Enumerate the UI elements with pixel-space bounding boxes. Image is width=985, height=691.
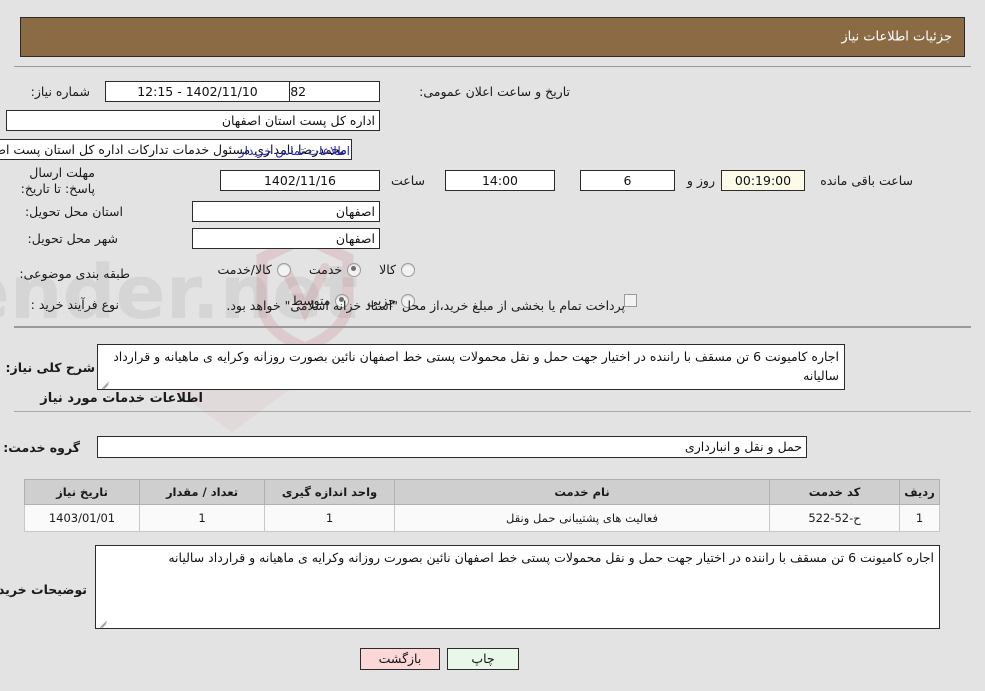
divider-services (14, 411, 971, 412)
window-titlebar: جزئیات اطلاعات نیاز (20, 17, 965, 57)
resize-grip-icon-2[interactable] (98, 617, 108, 627)
table-header-row: ردیف کد خدمت نام خدمت واحد اندازه گیری تعداد… (24, 479, 940, 505)
table-cell-date: 1403/01/01 (24, 504, 140, 532)
deadline-label: مهلت ارسال پاسخ: تا تاریخ: (20, 165, 95, 196)
page-title: جزئیات اطلاعات نیاز (841, 29, 952, 45)
days-label: روز و (686, 173, 715, 188)
buyer-notes-text: اجاره کامیونت 6 تن مسقف با راننده در اخت… (168, 550, 934, 565)
category-option-label-0: کالا (379, 262, 396, 277)
category-radio-icon-1[interactable] (347, 262, 362, 277)
buyer-notes-label: توضیحات خریدار: (0, 582, 87, 597)
remaining-time-label: ساعت باقی مانده (820, 173, 913, 188)
province-value: اصفهان (192, 201, 380, 222)
province-label: استان محل تحویل: (24, 204, 123, 219)
service-group-label: گروه خدمت: (3, 440, 80, 455)
category-radio-icon-0[interactable] (401, 262, 415, 277)
category-radio-group[interactable]: کالا خدمت کالا/خدمت (199, 262, 415, 277)
remaining-days-value: 6 (580, 170, 675, 191)
services-section-heading: اطلاعات خدمات مورد نیاز (40, 391, 203, 406)
print-button[interactable]: چاپ (447, 648, 519, 670)
need-info-panel (14, 66, 971, 328)
public-announce-value: 1402/11/10 - 12:15 (105, 81, 290, 102)
table-cell-qty: 1 (139, 504, 265, 532)
table-col-header-4: تعداد / مقدار (139, 479, 265, 505)
category-option-label-2: کالا/خدمت (217, 262, 272, 277)
service-group-value: حمل و نقل و انبارداری (97, 436, 807, 458)
treasury-checkbox[interactable] (624, 294, 637, 307)
table-col-header-0: ردیف (899, 479, 940, 505)
table-col-header-5: تاریخ نیاز (24, 479, 140, 505)
services-table: ردیف کد خدمت نام خدمت واحد اندازه گیری تعداد… (24, 479, 940, 532)
deadline-date-value: 1402/11/16 (220, 170, 380, 191)
summary-text: اجاره کامیونت 6 تن مسقف با راننده در اخت… (113, 349, 839, 383)
table-cell-name: فعالیت های پشتیبانی حمل ونقل (394, 504, 770, 532)
public-announce-label: تاریخ و ساعت اعلان عمومی: (419, 84, 570, 99)
table-col-header-1: کد خدمت (769, 479, 900, 505)
category-option-0[interactable]: کالا (361, 262, 415, 277)
page-root: AriaTender.net جزئیات اطلاعات نیاز شماره… (0, 0, 985, 691)
resize-grip-icon[interactable] (100, 378, 110, 388)
remaining-time-value: 00:19:00 (721, 170, 805, 191)
category-label: طبقه بندی موضوعی: (19, 266, 130, 281)
buyer-org-value: اداره کل پست استان اصفهان (6, 110, 380, 131)
hour-label: ساعت (390, 173, 425, 188)
table-row[interactable]: 1 ح-52-522 فعالیت های پشتیبانی حمل ونقل 1 1 1… (24, 504, 940, 532)
table-col-header-2: نام خدمت (394, 479, 770, 505)
city-label: شهر محل تحویل: (27, 231, 118, 246)
city-value: اصفهان (192, 228, 380, 249)
summary-label: شرح کلی نیاز: (5, 360, 95, 375)
buyer-contact-link[interactable]: اطلاعات تماس خریدار (239, 144, 350, 158)
need-number-label: شماره نیاز: (30, 84, 90, 99)
summary-textarea[interactable]: اجاره کامیونت 6 تن مسقف با راننده در اخت… (97, 344, 845, 390)
category-radio-icon-2[interactable] (276, 262, 291, 277)
process-label: نوع فرآیند خرید : (30, 297, 119, 312)
table-col-header-3: واحد اندازه گیری (264, 479, 395, 505)
category-option-2[interactable]: کالا/خدمت (199, 262, 291, 277)
table-cell-code: ح-52-522 (769, 504, 900, 532)
deadline-time-value: 14:00 (445, 170, 555, 191)
category-option-label-1: خدمت (308, 262, 343, 277)
table-cell-unit: 1 (264, 504, 395, 532)
buyer-notes-textarea[interactable]: اجاره کامیونت 6 تن مسقف با راننده در اخت… (95, 545, 940, 629)
category-option-1[interactable]: خدمت (291, 262, 362, 277)
treasury-note: پرداخت تمام یا بخشی از مبلغ خرید،از محل … (226, 298, 625, 313)
back-button[interactable]: بازگشت (360, 648, 440, 670)
table-cell-row: 1 (899, 504, 940, 532)
